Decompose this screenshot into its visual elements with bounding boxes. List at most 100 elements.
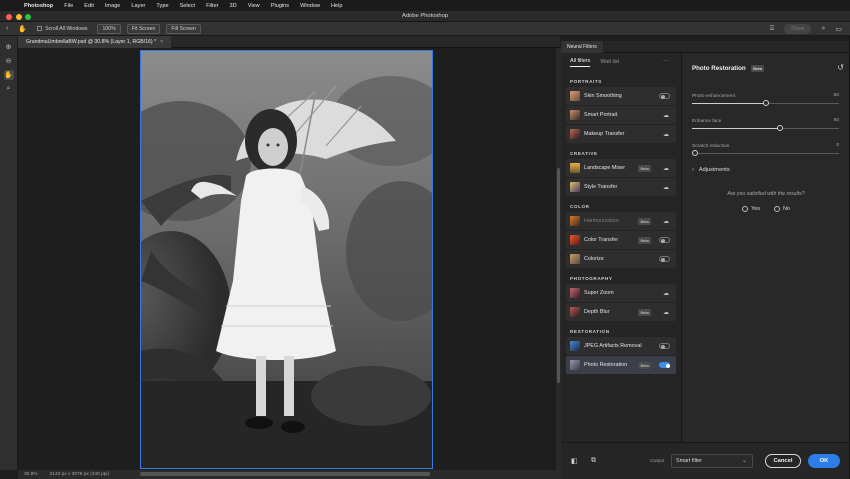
color-transfer-toggle[interactable] xyxy=(659,237,670,243)
zoom-100-button[interactable]: 100% xyxy=(97,23,121,34)
beta-badge: Beta xyxy=(638,361,652,369)
cloud-download-icon[interactable]: ☁ xyxy=(663,218,669,225)
scroll-all-windows-checkbox[interactable]: Scroll All Windows xyxy=(37,26,87,32)
cloud-download-icon[interactable]: ☁ xyxy=(663,131,669,138)
smiley-icon xyxy=(742,206,749,212)
category-creative: CREATIVE xyxy=(570,151,598,156)
filter-color-transfer[interactable]: Color Transfer Beta xyxy=(566,231,676,249)
menu-window[interactable]: Window xyxy=(300,3,320,9)
scratch-reduction-slider[interactable]: Scratch reduction 0 xyxy=(692,143,839,156)
menu-filter[interactable]: Filter xyxy=(206,3,218,9)
jpeg-artifacts-toggle[interactable] xyxy=(659,343,670,349)
slider-handle[interactable] xyxy=(692,150,698,156)
preview-split-icon[interactable]: ◧ xyxy=(571,457,578,465)
filter-photo-restoration[interactable]: Photo Restoration Beta xyxy=(566,356,676,374)
menu-file[interactable]: File xyxy=(64,3,73,9)
menu-layer[interactable]: Layer xyxy=(131,3,145,9)
filter-label: Harmonization xyxy=(584,218,619,224)
filter-skin-smoothing[interactable]: Skin Smoothing xyxy=(566,87,676,105)
menu-type[interactable]: Type xyxy=(156,3,168,9)
hand-icon[interactable]: ✋ xyxy=(3,70,14,80)
zoom-in-icon[interactable]: ⊕ xyxy=(4,42,14,52)
workspace-icon[interactable]: ▭ xyxy=(835,25,842,33)
feedback-yes-button[interactable]: Yes xyxy=(742,206,760,212)
document-info[interactable]: 2143 px x 3078 px (240 ppi) xyxy=(50,472,109,477)
photo-canvas[interactable] xyxy=(140,50,433,469)
photo-enhancement-slider[interactable]: Photo enhancement 50 xyxy=(692,93,839,106)
share-button[interactable]: Share xyxy=(784,24,812,34)
menu-edit[interactable]: Edit xyxy=(84,3,94,9)
hand-tool-icon[interactable]: ✋ xyxy=(18,25,27,33)
neural-filters-tab[interactable]: Neural Filters xyxy=(561,41,603,53)
more-options-icon[interactable]: ··· xyxy=(663,58,669,64)
cancel-button[interactable]: Cancel xyxy=(765,454,801,468)
menu-image[interactable]: Image xyxy=(105,3,121,9)
filter-style-transfer[interactable]: Style Transfer ☁ xyxy=(566,178,676,196)
window-controls xyxy=(6,13,31,20)
slider-fill xyxy=(692,103,766,104)
close-icon[interactable]: × xyxy=(160,39,163,45)
window-title: Adobe Photoshop xyxy=(401,13,449,19)
cloud-download-icon[interactable]: ☁ xyxy=(663,290,669,297)
menu-plugins[interactable]: Plugins xyxy=(271,3,289,9)
fit-screen-button[interactable]: Fit Screen xyxy=(126,23,161,34)
document-tab[interactable]: GrandmaUmbrellaBW.psd @ 30.8% (Layer 1, … xyxy=(18,36,172,48)
super-zoom-thumbnail xyxy=(570,288,580,298)
ok-button[interactable]: OK xyxy=(808,454,840,468)
filter-jpeg-artifacts-removal[interactable]: JPEG Artifacts Removal xyxy=(566,337,676,355)
adjustments-disclosure[interactable]: › Adjustments xyxy=(692,167,730,173)
toolbar: ⊕ ⊖ ✋ ⌕ xyxy=(0,36,18,470)
enhance-face-slider[interactable]: Enhance face 60 xyxy=(692,118,839,131)
photo-restoration-title: Photo Restoration xyxy=(692,65,746,72)
vertical-scroll-thumb[interactable] xyxy=(557,168,560,383)
menu-view[interactable]: View xyxy=(248,3,260,9)
filter-colorize[interactable]: Colorize xyxy=(566,250,676,268)
reset-icon[interactable]: ↺ xyxy=(837,63,844,72)
horizontal-scroll-thumb[interactable] xyxy=(140,472,430,476)
makeup-transfer-thumbnail xyxy=(570,129,580,139)
menu-bar: Photoshop File Edit Image Layer Type Sel… xyxy=(0,0,850,11)
layers-icon[interactable]: ⧉ xyxy=(591,457,596,465)
category-restoration: RESTORATION xyxy=(570,329,610,334)
tab-all-filters[interactable]: All filters xyxy=(570,58,591,67)
learn-icon[interactable]: ⍓ xyxy=(770,25,774,33)
color-transfer-thumbnail xyxy=(570,235,580,245)
cloud-download-icon[interactable]: ☁ xyxy=(663,309,669,316)
zoom-icon[interactable]: ⌕ xyxy=(4,84,14,94)
filter-super-zoom[interactable]: Super Zoom ☁ xyxy=(566,284,676,302)
cloud-download-icon[interactable]: ☁ xyxy=(663,184,669,191)
filter-depth-blur[interactable]: Depth Blur Beta ☁ xyxy=(566,303,676,321)
skin-smoothing-toggle[interactable] xyxy=(659,93,670,99)
vintage-photo-illustration xyxy=(141,51,432,468)
home-icon[interactable]: ‹ xyxy=(6,25,8,32)
zoom-out-icon[interactable]: ⊖ xyxy=(4,56,14,66)
menu-select[interactable]: Select xyxy=(180,3,196,9)
photo-restoration-toggle[interactable] xyxy=(659,362,670,368)
search-icon[interactable]: ⌕ xyxy=(821,25,825,33)
canvas-area[interactable] xyxy=(18,48,555,470)
slider-handle[interactable] xyxy=(762,100,769,106)
slider-handle[interactable] xyxy=(777,125,784,131)
slider-label: Photo enhancement xyxy=(692,94,735,99)
feedback-no-button[interactable]: No xyxy=(773,206,790,212)
maximize-window-button[interactable] xyxy=(25,13,31,20)
menu-help[interactable]: Help xyxy=(331,3,343,9)
filter-landscape-mixer[interactable]: Landscape Mixer Beta ☁ xyxy=(566,159,676,177)
fill-screen-button[interactable]: Fill Screen xyxy=(166,23,201,34)
cloud-download-icon[interactable]: ☁ xyxy=(663,112,669,119)
minimize-window-button[interactable] xyxy=(15,13,22,20)
cloud-download-icon[interactable]: ☁ xyxy=(663,165,669,172)
menu-app-name[interactable]: Photoshop xyxy=(24,3,53,9)
filter-label: Style Transfer xyxy=(584,184,618,190)
filter-makeup-transfer[interactable]: Makeup Transfer ☁ xyxy=(566,125,676,143)
filter-harmonization[interactable]: Harmonization Beta ☁ xyxy=(566,212,676,230)
output-select[interactable]: Smart filter ⌄ xyxy=(671,454,753,468)
landscape-mixer-thumbnail xyxy=(570,163,580,173)
tab-wait-list[interactable]: Wait list xyxy=(600,59,619,65)
slider-track[interactable] xyxy=(692,153,839,154)
filter-smart-portrait[interactable]: Smart Portrait ☁ xyxy=(566,106,676,124)
colorize-toggle[interactable] xyxy=(659,256,670,262)
close-window-button[interactable] xyxy=(6,13,12,20)
menu-3d[interactable]: 3D xyxy=(230,3,237,9)
zoom-level[interactable]: 30.8% xyxy=(24,472,38,477)
